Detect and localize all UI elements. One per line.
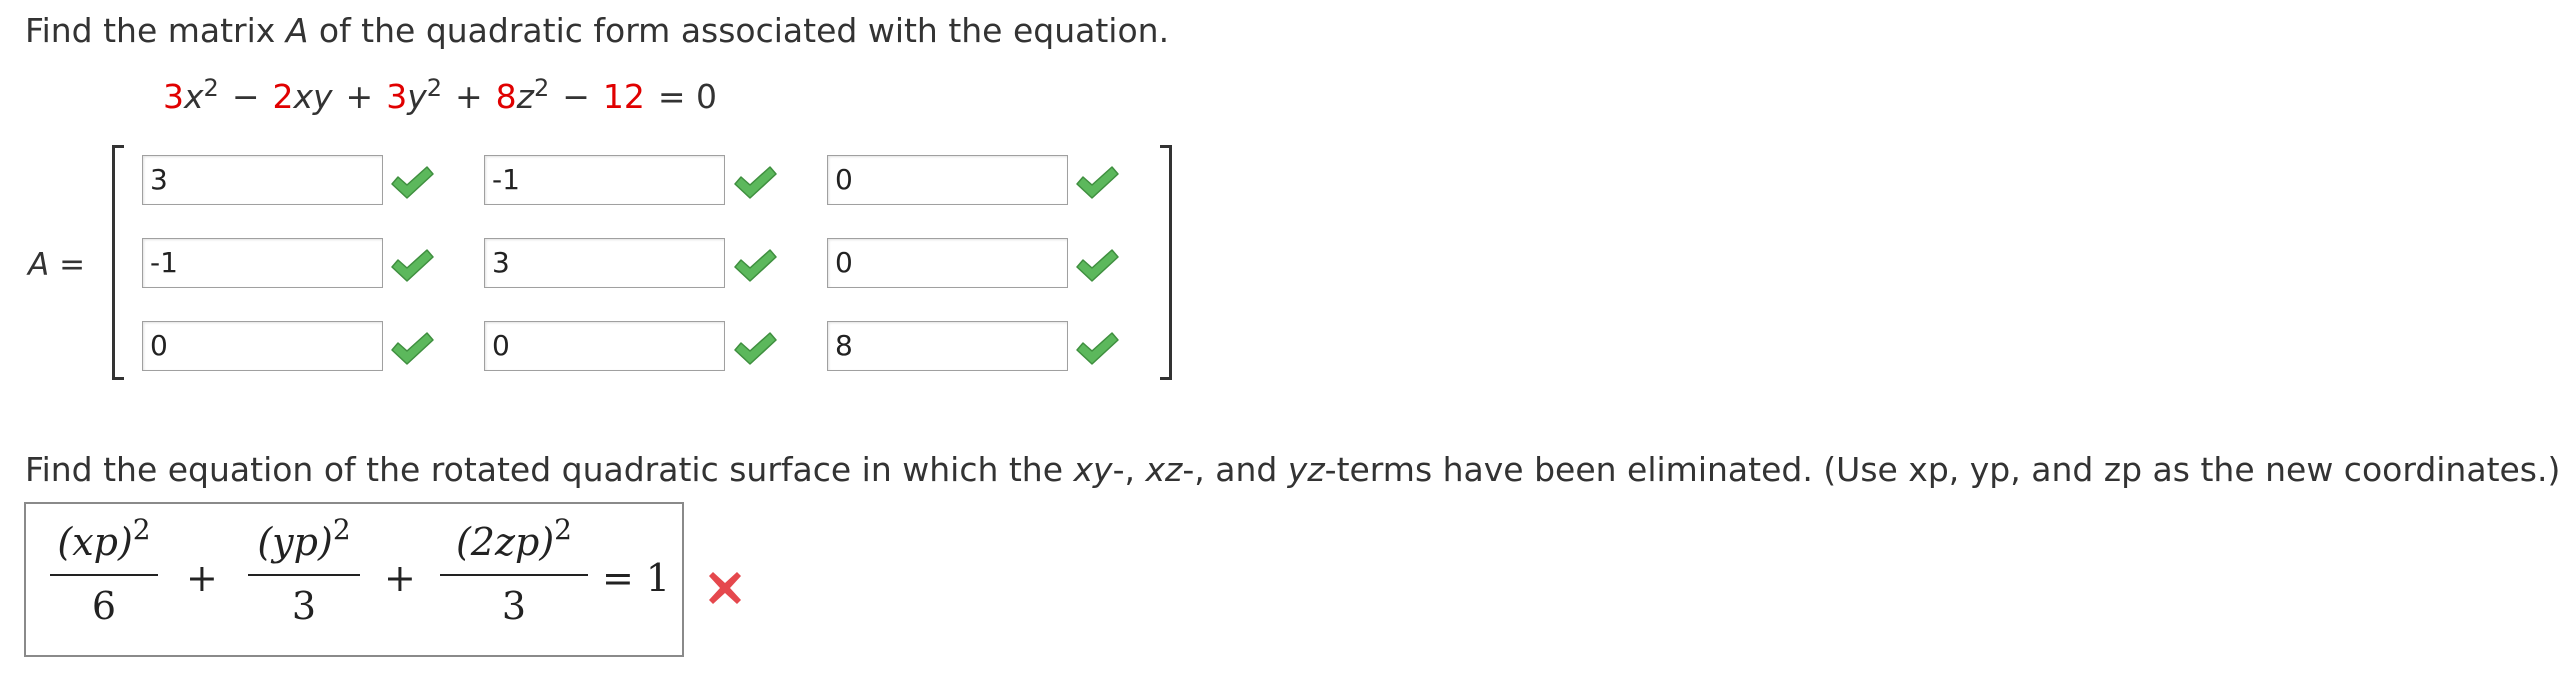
matrix-input-r3c3[interactable]: 8 <box>827 321 1068 371</box>
matrix-input-r3c1[interactable]: 0 <box>142 321 383 371</box>
matrix-variable: A <box>285 11 309 50</box>
term-xy: xy <box>293 77 333 116</box>
coefficient-y2: 3 <box>386 77 408 116</box>
fraction-3-numerator: (2zp)2 <box>440 516 588 565</box>
fraction-1-denominator: 6 <box>91 584 117 628</box>
fraction-2-bar <box>248 574 360 576</box>
operator-minus: − <box>562 77 590 116</box>
matrix-input-r2c3[interactable]: 0 <box>827 238 1068 288</box>
matrix-input-r2c2[interactable]: 3 <box>484 238 725 288</box>
equals-zero: = 0 <box>657 77 718 116</box>
fraction-3-numerator-base: (2zp) <box>455 520 555 564</box>
check-icon <box>391 249 434 282</box>
matrix-input-r3c2[interactable]: 0 <box>484 321 725 371</box>
exponent-z: 2 <box>533 74 550 102</box>
plus-operator: + <box>384 556 416 600</box>
fraction-1-exponent: 2 <box>132 513 151 546</box>
fraction-2-numerator: (yp)2 <box>248 516 360 565</box>
term-z: z <box>516 77 534 116</box>
operator-plus: + <box>455 77 483 116</box>
check-icon <box>391 166 434 199</box>
fraction-1-numerator-base: (xp) <box>57 520 133 564</box>
operator-minus: − <box>231 77 260 116</box>
question-prompt-matrix: Find the matrix A of the quadratic form … <box>25 10 1169 52</box>
question-text-suffix: of the quadratic form associated with th… <box>308 11 1170 50</box>
fraction-3-denominator: 3 <box>501 584 527 628</box>
fraction-3-exponent: 2 <box>554 513 572 546</box>
check-icon <box>391 332 434 365</box>
answer-input-box[interactable]: (xp)2 6 + (yp)2 3 + (2zp)2 3 = 1 <box>24 502 684 657</box>
term-y: y <box>407 77 427 116</box>
exponent-x: 2 <box>203 74 219 102</box>
equals-one: = 1 <box>602 556 671 600</box>
matrix-input-r1c2[interactable]: -1 <box>484 155 725 205</box>
matrix-input-r1c3[interactable]: 0 <box>827 155 1068 205</box>
matrix-label-equals: = <box>49 247 86 283</box>
operator-plus: + <box>345 77 374 116</box>
question-prompt-rotated-surface: Find the equation of the rotated quadrat… <box>25 449 2560 491</box>
fraction-1-numerator: (xp)2 <box>50 516 158 565</box>
exponent-y: 2 <box>426 74 442 102</box>
question-text-prefix: Find the matrix <box>25 11 286 50</box>
coefficient-z2: 8 <box>495 77 517 116</box>
fraction-1-bar <box>50 574 158 576</box>
question2-text-3: -, and <box>1182 450 1288 489</box>
check-icon <box>734 249 777 282</box>
x-icon <box>709 572 741 604</box>
coefficient-x2: 3 <box>163 77 184 116</box>
term-xy-label: xy <box>1073 450 1113 489</box>
term-xz-label: xz <box>1145 450 1183 489</box>
fraction-2-exponent: 2 <box>332 513 351 546</box>
matrix-label-variable: A <box>28 247 50 283</box>
fraction-2-denominator: 3 <box>291 584 317 628</box>
check-icon <box>734 166 777 199</box>
term-x: x <box>184 77 204 116</box>
check-icon <box>1076 332 1119 365</box>
matrix-label: A = <box>28 245 85 285</box>
matrix-right-bracket <box>1160 145 1172 380</box>
matrix-input-r2c1[interactable]: -1 <box>142 238 383 288</box>
constant-term: 12 <box>602 77 645 116</box>
question2-text-1: Find the equation of the rotated quadrat… <box>25 450 1074 489</box>
check-icon <box>1076 249 1119 282</box>
coefficient-xy: 2 <box>272 77 294 116</box>
given-equation: 3x2−2xy +3y2 +8z2−12 = 0 <box>163 76 717 118</box>
question2-text-4: -terms have been eliminated. (Use xp, yp… <box>1324 450 2561 489</box>
fraction-2-numerator-base: (yp) <box>257 520 333 564</box>
matrix-input-r1c1[interactable]: 3 <box>142 155 383 205</box>
question2-text-2: -, <box>1112 450 1146 489</box>
plus-operator: + <box>186 556 218 600</box>
fraction-3-bar <box>440 574 588 576</box>
check-icon <box>1076 166 1119 199</box>
term-yz-label: yz <box>1287 450 1325 489</box>
check-icon <box>734 332 777 365</box>
matrix-left-bracket <box>112 145 124 380</box>
